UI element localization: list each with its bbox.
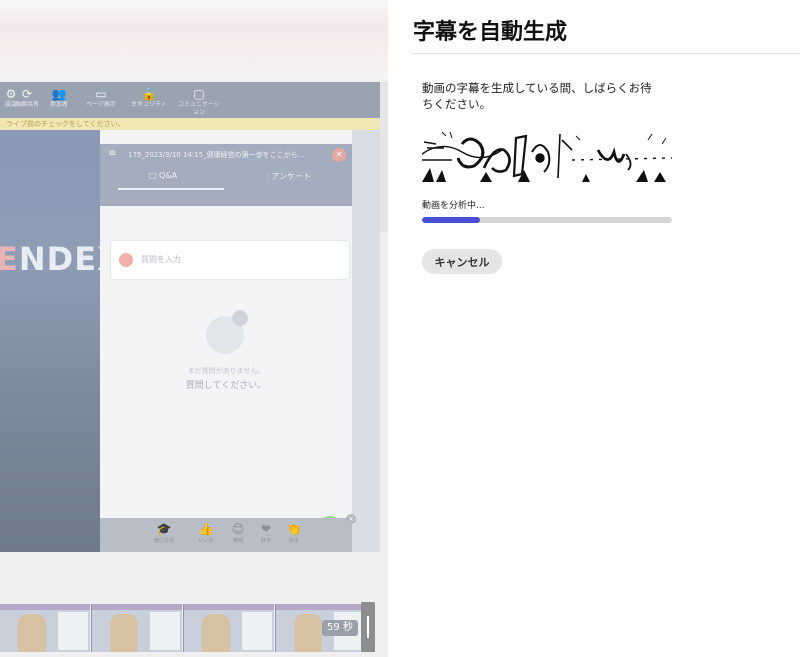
reaction-bar: 🎓 気になる 👍 いいね 😊 笑顔 ❤ 好き 👏 拍手 [100, 518, 352, 552]
tab-survey: ⫶ アンケート [266, 172, 312, 181]
menu-icon: ≡ [108, 148, 117, 159]
qa-title: 175_2023/3/10 14:15_健康経営の第一歩をここから... [128, 151, 305, 159]
chat-icon: ▢ [193, 87, 205, 101]
toolbar-label: コミュニケーション [178, 101, 220, 116]
empty-prompt: 質問してください。 [185, 381, 267, 391]
qa-panel: ≡ 175_2023/3/10 14:15_健康経営の第一歩をここから... ✕… [100, 130, 352, 552]
reaction-item: 🎓 気になる [153, 522, 174, 544]
qa-tabs: ▢ Q&A ⫶ アンケート [100, 168, 352, 190]
close-reactions-icon: × [346, 514, 356, 524]
close-icon: ✕ [332, 148, 346, 162]
timeline-handle [361, 602, 375, 652]
toolbar-item-security: 🔒 セキュリティ [128, 87, 170, 109]
filmstrip-frame [184, 604, 275, 652]
panel-title: 字幕を自動生成 [413, 20, 568, 45]
brand-logo: ENDEX [0, 240, 100, 278]
empty-question-icon [206, 310, 248, 354]
panel-description: 動画の字幕を生成している間、しばらくお待ちください。 [422, 81, 652, 111]
question-input: 質問を入力 [110, 240, 350, 280]
empty-message: まだ質問がありません。 [187, 367, 265, 375]
timeline-filmstrip [0, 604, 375, 652]
toolbar-item-chat: ▢ コミュニケーション [178, 87, 220, 117]
tab-underline [118, 188, 224, 190]
notice-bar: ライブ前のチェックをしてください。 [0, 118, 380, 130]
meeting-toolbar: ⚙ 設定 ⟳ 画面共有 👥 参加者 ▭ ページ表示 🔒 セキュリティ ▢ コミュ [0, 82, 380, 118]
scrollbar [380, 82, 388, 232]
toolbar-item-participants: 👥 参加者 [38, 87, 80, 109]
qa-header: ≡ 175_2023/3/10 14:15_健康経営の第一歩をここから... ✕… [100, 144, 352, 206]
people-icon: 👥 [51, 87, 67, 101]
status-text: 動画を分析中... [422, 201, 485, 211]
toolbar-item-page: ▭ ページ表示 [80, 87, 122, 109]
reaction-item: 👏 拍手 [286, 522, 302, 544]
filmstrip-frame [92, 604, 183, 652]
filmstrip-frame [0, 604, 91, 652]
video-preview: ⚙ 設定 ⟳ 画面共有 👥 参加者 ▭ ページ表示 🔒 セキュリティ ▢ コミュ [0, 82, 380, 552]
blurred-header [0, 0, 388, 80]
question-placeholder: 質問を入力 [141, 255, 181, 264]
tab-qa: ▢ Q&A [148, 171, 178, 180]
duration-badge: 59 秒 [322, 620, 358, 636]
processing-illustration [422, 130, 672, 182]
editor-preview-area: ⚙ 設定 ⟳ 画面共有 👥 参加者 ▭ ページ表示 🔒 セキュリティ ▢ コミュ [0, 0, 388, 657]
divider [412, 53, 800, 54]
toolbar-label: セキュリティ [131, 101, 167, 108]
monitor-icon: ▭ [95, 87, 107, 101]
speaker-video: ENDEX [0, 130, 100, 552]
progress-bar [422, 217, 672, 223]
toolbar-label: 画面共有 [14, 101, 39, 108]
cancel-button[interactable]: キャンセル [422, 249, 502, 274]
avatar [119, 253, 133, 267]
lock-icon: 🔒 [141, 87, 157, 101]
toolbar-label: 参加者 [49, 101, 68, 108]
toolbar-label: ページ表示 [86, 101, 116, 108]
progress-fill [422, 217, 480, 223]
